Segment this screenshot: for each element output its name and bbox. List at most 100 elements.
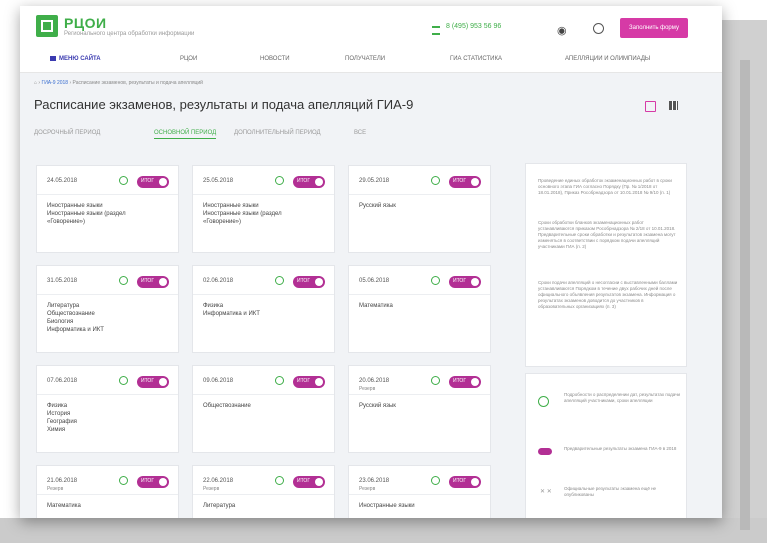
info-paragraph: Сроки подачи апелляций о несогласии с вы…	[538, 280, 678, 309]
breadcrumb-section[interactable]: ГИА-9 2018	[41, 80, 68, 86]
result-toggle[interactable]: ИТОГ	[449, 176, 481, 188]
clock-icon[interactable]	[275, 476, 284, 485]
nav-item[interactable]: ПОЛУЧАТЕЛИ	[345, 56, 385, 62]
result-toggle[interactable]: ИТОГ	[137, 476, 169, 488]
exam-card[interactable]: 20.06.2018 Резерв ИТОГ Русский язык	[348, 365, 491, 453]
divider	[37, 494, 178, 495]
exam-note: Резерв	[359, 386, 376, 392]
clock-icon[interactable]	[431, 476, 440, 485]
clock-icon[interactable]	[431, 176, 440, 185]
nav-label: РЦОИ	[180, 56, 198, 62]
menu-icon[interactable]	[432, 26, 440, 35]
info-paragraph: Проведение единых обработок экзаменацион…	[538, 178, 672, 195]
exam-card[interactable]: 07.06.2018 ИТОГ Физика История География Х…	[36, 365, 179, 453]
exam-date: 29.05.2018	[359, 178, 390, 184]
result-toggle[interactable]: ИТОГ	[293, 176, 325, 188]
toggle-label: ИТОГ	[297, 278, 311, 284]
divider	[349, 294, 490, 295]
exam-subjects: Русский язык	[359, 403, 396, 409]
nav-item[interactable]: МЕНЮ САЙТА	[50, 56, 101, 62]
result-toggle[interactable]: ИТОГ	[449, 276, 481, 288]
brand-name[interactable]: РЦОИ	[64, 15, 107, 31]
exam-subjects: Иностранные языки Иностранные языки (раз…	[203, 203, 282, 225]
period-tab[interactable]: ОСНОВНОЙ ПЕРИОД	[154, 130, 217, 139]
calendar-view-icon[interactable]	[645, 101, 656, 112]
home-icon[interactable]: ⌂	[34, 80, 37, 86]
toggle-label: ИТОГ	[297, 378, 311, 384]
toggle-label: ИТОГ	[141, 278, 155, 284]
exam-card[interactable]: 25.05.2018 ИТОГ Иностранные языки Иностран…	[192, 165, 335, 253]
divider	[193, 294, 334, 295]
result-toggle[interactable]: ИТОГ	[449, 376, 481, 388]
exam-subjects: Иностранные языки Иностранные языки (раз…	[47, 203, 126, 225]
clock-icon[interactable]	[119, 376, 128, 385]
period-tab[interactable]: ВСЕ	[354, 130, 366, 136]
toggle-knob	[159, 278, 167, 286]
clock-icon[interactable]	[275, 376, 284, 385]
toggle-knob	[315, 478, 323, 486]
eye-icon[interactable]: ◉	[557, 24, 567, 37]
exam-date: 20.06.2018	[359, 378, 390, 384]
toggle-knob	[159, 178, 167, 186]
exam-card[interactable]: 21.06.2018 Резерв ИТОГ Математика	[36, 465, 179, 518]
background-bar	[740, 60, 750, 530]
divider	[37, 194, 178, 195]
exam-card[interactable]: 29.05.2018 ИТОГ Русский язык	[348, 165, 491, 253]
result-toggle[interactable]: ИТОГ	[293, 276, 325, 288]
toggle-knob	[315, 178, 323, 186]
exam-card[interactable]: 24.05.2018 ИТОГ Иностранные языки Иностран…	[36, 165, 179, 253]
clock-icon[interactable]	[275, 176, 284, 185]
toggle-knob	[159, 478, 167, 486]
period-tab[interactable]: ДОСРОЧНЫЙ ПЕРИОД	[34, 130, 100, 136]
exam-card[interactable]: 09.06.2018 ИТОГ Обществознание	[192, 365, 335, 453]
result-toggle[interactable]: ИТОГ	[293, 376, 325, 388]
clock-icon[interactable]	[431, 376, 440, 385]
divider	[193, 394, 334, 395]
exam-subjects: Обществознание	[203, 403, 251, 409]
info-panel: Проведение единых обработок экзаменацион…	[525, 163, 687, 367]
exam-subjects: Литература	[203, 503, 236, 509]
exam-card[interactable]: 22.06.2018 Резерв ИТОГ Литература	[192, 465, 335, 518]
exam-date: 21.06.2018	[47, 478, 78, 484]
result-toggle[interactable]: ИТОГ	[137, 176, 169, 188]
result-toggle[interactable]: ИТОГ	[137, 376, 169, 388]
nav-item[interactable]: РЦОИ	[180, 56, 197, 62]
exam-subjects: Физика История География Химия	[47, 403, 77, 433]
exam-date: 31.05.2018	[47, 278, 78, 284]
clock-icon[interactable]	[119, 476, 128, 485]
result-toggle[interactable]: ИТОГ	[293, 476, 325, 488]
nav-item[interactable]: ГИА СТАТИСТИКА	[450, 56, 502, 62]
search-icon[interactable]	[593, 23, 604, 34]
phone-number[interactable]: 8 (495) 953 56 96	[446, 23, 501, 30]
exam-card[interactable]: 23.06.2018 Резерв ИТОГ Иностранные языки	[348, 465, 491, 518]
exam-date: 05.06.2018	[359, 278, 390, 284]
exam-card[interactable]: 05.06.2018 ИТОГ Математика	[348, 265, 491, 353]
exam-date: 25.05.2018	[203, 178, 234, 184]
info-paragraph: Сроки обработки бланков экзаменационных …	[538, 220, 676, 249]
toggle-knob	[471, 378, 479, 386]
exam-card[interactable]: 31.05.2018 ИТОГ Литература Обществознание …	[36, 265, 179, 353]
divider	[37, 394, 178, 395]
exam-subjects: Литература Обществознание Биология Инфор…	[47, 303, 104, 333]
nav-label: ГИА СТАТИСТИКА	[450, 56, 502, 62]
exam-date: 07.06.2018	[47, 378, 78, 384]
legend-panel: Подробности о распределении дат, результ…	[525, 373, 687, 518]
clock-icon[interactable]	[431, 276, 440, 285]
nav-label: НОВОСТИ	[260, 56, 290, 62]
logo-icon[interactable]	[36, 15, 58, 37]
site-header: РЦОИ Регионального центра обработки инфо…	[20, 6, 722, 73]
grid-view-icon[interactable]	[669, 101, 678, 110]
clock-icon[interactable]	[119, 276, 128, 285]
exam-date: 09.06.2018	[203, 378, 234, 384]
period-tab[interactable]: ДОПОЛНИТЕЛЬНЫЙ ПЕРИОД	[234, 130, 321, 136]
result-toggle[interactable]: ИТОГ	[449, 476, 481, 488]
nav-item[interactable]: НОВОСТИ	[260, 56, 290, 62]
result-toggle[interactable]: ИТОГ	[137, 276, 169, 288]
exam-date: 23.06.2018	[359, 478, 390, 484]
exam-card[interactable]: 02.06.2018 ИТОГ Физика Информатика и ИКТ	[192, 265, 335, 353]
toggle-knob	[159, 378, 167, 386]
cta-button[interactable]: Заполнить форму	[620, 18, 688, 38]
clock-icon[interactable]	[275, 276, 284, 285]
clock-icon[interactable]	[119, 176, 128, 185]
nav-item[interactable]: АПЕЛЛЯЦИИ И ОЛИМПИАДЫ	[565, 56, 650, 62]
